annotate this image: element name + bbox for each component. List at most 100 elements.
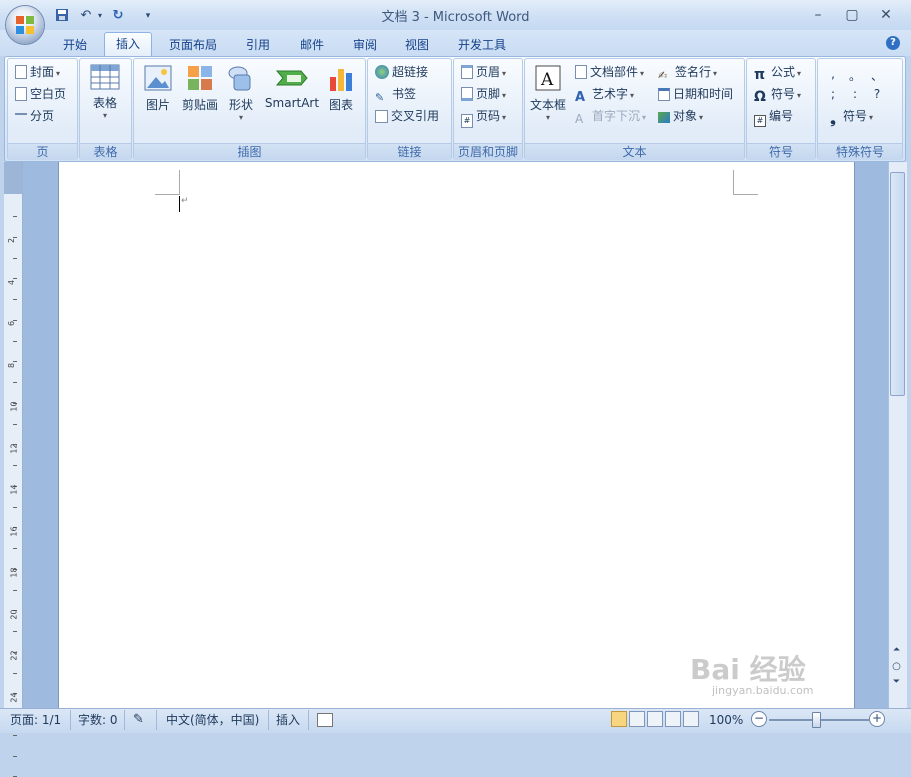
clip-art-label: 剪贴画 bbox=[181, 98, 218, 112]
blank-page-icon bbox=[15, 87, 27, 101]
text-cursor bbox=[179, 196, 180, 212]
blank-page-button[interactable]: 空白页 bbox=[15, 85, 66, 103]
cross-reference-button[interactable]: 交叉引用 bbox=[375, 107, 439, 125]
quick-parts-icon bbox=[575, 65, 587, 79]
group-special-symbols-label: 特殊符号 bbox=[818, 143, 902, 160]
quick-parts-button[interactable]: 文档部件 ▾ bbox=[575, 63, 644, 81]
tab-home[interactable]: 开始 bbox=[54, 34, 96, 56]
group-header-footer: 页眉 ▾ 页脚 ▾ # 页码 ▾ 页眉和页脚 bbox=[453, 58, 523, 160]
group-links-label: 链接 bbox=[368, 143, 451, 160]
zoom-level[interactable]: 100% bbox=[709, 712, 743, 728]
zoom-out-button[interactable]: − bbox=[751, 711, 767, 727]
maximize-button[interactable]: ▢ bbox=[838, 5, 866, 25]
special-char-comma[interactable]: , bbox=[826, 67, 840, 81]
wordart-button[interactable]: A 艺术字 ▾ bbox=[575, 85, 634, 105]
textbox-label: 文本框 bbox=[529, 98, 566, 112]
shapes-label: 形状 bbox=[228, 98, 253, 112]
comma-icon: ❟ bbox=[830, 111, 836, 127]
omega-icon: Ω bbox=[754, 89, 766, 105]
numbering-button[interactable]: # 编号 bbox=[754, 107, 793, 127]
group-pages: 封面 ▾ 空白页 分页 页 bbox=[7, 58, 78, 160]
ruler-number: 2 bbox=[7, 237, 17, 244]
page-break-icon bbox=[15, 113, 27, 123]
date-time-button[interactable]: 日期和时间 bbox=[658, 85, 733, 103]
drop-cap-label: 首字下沉 bbox=[592, 109, 641, 123]
group-text: A 文本框 ▾ 文档部件 ▾ A 艺术字 ▾ A 首字下沉 ▾ ✍ 签名行 ▾ 日期和时间 对… bbox=[524, 58, 745, 160]
tab-references[interactable]: 引用 bbox=[236, 34, 280, 56]
clip-art-button[interactable]: 剪贴画 bbox=[178, 63, 222, 113]
equation-button[interactable]: π 公式 ▾ bbox=[754, 63, 801, 82]
tab-insert[interactable]: 插入 bbox=[104, 32, 152, 57]
web-layout-view-icon[interactable] bbox=[647, 711, 663, 727]
cover-page-icon bbox=[15, 65, 27, 79]
page-break-button[interactable]: 分页 bbox=[15, 107, 54, 125]
tab-developer[interactable]: 开发工具 bbox=[448, 34, 516, 56]
cross-reference-icon bbox=[375, 110, 388, 123]
special-char-colon[interactable]: : bbox=[848, 87, 862, 101]
spelling-check-icon[interactable]: ✎ bbox=[133, 712, 144, 728]
browse-object-icon[interactable]: ○ bbox=[890, 660, 903, 673]
draft-view-icon[interactable] bbox=[683, 711, 699, 727]
group-links: 超链接 ✎ 书签 交叉引用 链接 bbox=[367, 58, 452, 160]
smartart-button[interactable]: SmartArt bbox=[262, 63, 322, 110]
group-symbols: π 公式 ▾ Ω 符号 ▾ # 编号 符号 bbox=[746, 58, 816, 160]
bookmark-button[interactable]: ✎ 书签 bbox=[375, 85, 416, 104]
group-illustrations-label: 插图 bbox=[134, 143, 365, 160]
special-char-enum-comma[interactable]: 、 bbox=[870, 67, 884, 84]
status-insert-mode[interactable]: 插入 bbox=[276, 712, 300, 728]
object-button[interactable]: 对象 ▾ bbox=[658, 107, 703, 125]
bookmark-icon: ✎ bbox=[375, 91, 385, 104]
shapes-button[interactable]: 形状 ▾ bbox=[224, 63, 258, 122]
scroll-up-page-icon[interactable]: ⏶ bbox=[890, 644, 903, 657]
group-illustrations: 图片 剪贴画 形状 ▾ SmartArt 图表 插图 bbox=[133, 58, 366, 160]
hyperlink-button[interactable]: 超链接 bbox=[375, 63, 428, 81]
picture-button[interactable]: 图片 bbox=[138, 63, 178, 113]
tab-review[interactable]: 审阅 bbox=[344, 34, 386, 56]
status-page[interactable]: 页面: 1/1 bbox=[10, 712, 61, 728]
drop-cap-button[interactable]: A 首字下沉 ▾ bbox=[575, 107, 646, 126]
status-language[interactable]: 中文(简体，中国) bbox=[166, 712, 259, 728]
ruler-number: 22 bbox=[9, 650, 19, 661]
textbox-button[interactable]: A 文本框 ▾ bbox=[527, 63, 569, 122]
office-logo-icon bbox=[16, 16, 34, 34]
numbering-icon: # bbox=[754, 115, 766, 127]
zoom-slider-thumb[interactable] bbox=[812, 712, 821, 728]
ruler-number: 6 bbox=[7, 320, 17, 327]
table-button[interactable]: 表格 ▾ bbox=[84, 63, 126, 120]
document-page[interactable]: ↵ bbox=[59, 162, 854, 708]
zoom-in-button[interactable]: + bbox=[869, 711, 885, 727]
ruler-number: 8 bbox=[7, 362, 17, 368]
ruler-tick bbox=[13, 465, 17, 466]
minimize-button[interactable]: – bbox=[804, 5, 832, 25]
status-word-count[interactable]: 字数: 0 bbox=[78, 712, 118, 728]
special-char-semicolon[interactable]: ; bbox=[826, 87, 840, 101]
help-icon[interactable]: ? bbox=[886, 36, 900, 50]
special-char-period[interactable]: 。 bbox=[848, 67, 862, 84]
chart-button[interactable]: 图表 bbox=[322, 63, 360, 113]
vertical-ruler: 2 4 6 8 10 12 14 16 18 20 22 24 bbox=[4, 162, 23, 777]
full-screen-reading-view-icon[interactable] bbox=[629, 711, 645, 727]
cover-page-button[interactable]: 封面 ▾ bbox=[15, 63, 60, 81]
symbol-button[interactable]: Ω 符号 ▾ bbox=[754, 85, 801, 105]
print-layout-view-icon[interactable] bbox=[611, 711, 627, 727]
ruler-number: 14 bbox=[9, 484, 19, 495]
ruler-tick bbox=[13, 755, 17, 757]
footer-button[interactable]: 页脚 ▾ bbox=[461, 85, 506, 103]
group-pages-label: 页 bbox=[8, 143, 77, 160]
close-button[interactable]: ✕ bbox=[872, 5, 900, 25]
tab-view[interactable]: 视图 bbox=[396, 34, 438, 56]
header-button[interactable]: 页眉 ▾ bbox=[461, 63, 506, 81]
tab-mailings[interactable]: 邮件 bbox=[290, 34, 334, 56]
outline-view-icon[interactable] bbox=[665, 711, 681, 727]
scrollbar-thumb[interactable] bbox=[890, 172, 905, 396]
signature-line-button[interactable]: ✍ 签名行 ▾ bbox=[658, 63, 717, 82]
special-symbol-button[interactable]: ❟ 符号 ▾ bbox=[826, 107, 873, 127]
office-button[interactable] bbox=[6, 6, 44, 44]
scroll-down-page-icon[interactable]: ⏷ bbox=[890, 676, 903, 689]
globe-icon bbox=[375, 65, 389, 79]
page-number-button[interactable]: # 页码 ▾ bbox=[461, 107, 506, 128]
special-char-question[interactable]: ? bbox=[870, 87, 884, 101]
macro-record-icon[interactable] bbox=[317, 713, 333, 727]
tab-page-layout[interactable]: 页面布局 bbox=[160, 34, 226, 56]
header-label: 页眉 bbox=[476, 65, 501, 79]
